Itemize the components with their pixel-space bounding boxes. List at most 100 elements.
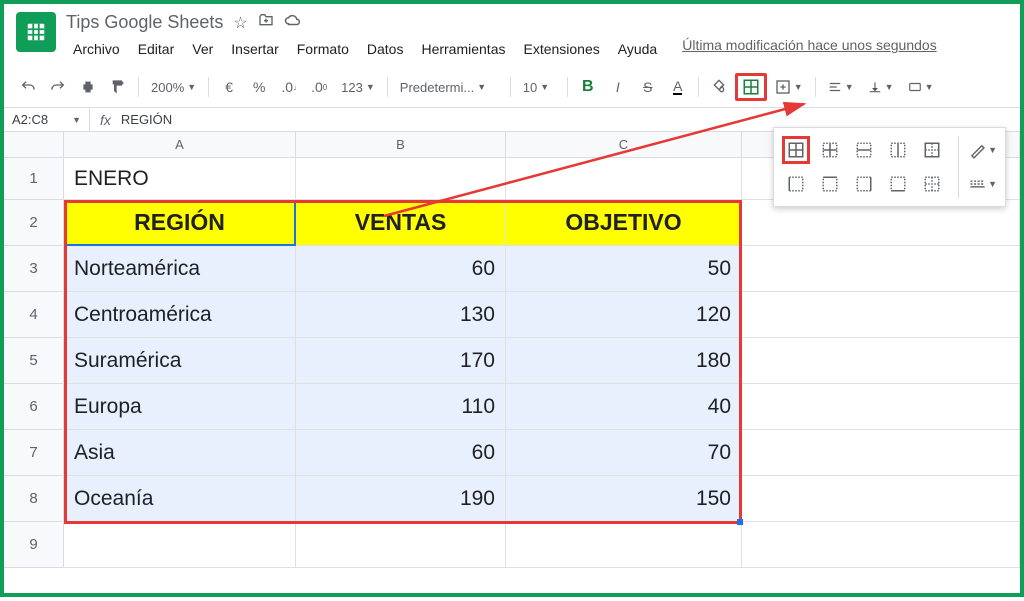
cell-b7[interactable]: 60 — [296, 430, 506, 476]
border-inner-button[interactable] — [816, 136, 844, 164]
cell-a1[interactable]: ENERO — [64, 158, 296, 200]
cell-a9[interactable] — [64, 522, 296, 568]
row-header-6[interactable]: 6 — [4, 384, 64, 430]
row-header-5[interactable]: 5 — [4, 338, 64, 384]
borders-button[interactable] — [735, 73, 767, 101]
border-outer-button[interactable] — [918, 136, 946, 164]
cell-c7[interactable]: 70 — [506, 430, 742, 476]
menu-herramientas[interactable]: Herramientas — [414, 37, 512, 61]
fx-icon[interactable]: fx — [90, 112, 121, 128]
font-size-dropdown[interactable]: 10▼ — [517, 73, 561, 101]
select-all-corner[interactable] — [4, 132, 64, 158]
cell-d9[interactable] — [742, 522, 1020, 568]
cell-d6[interactable] — [742, 384, 1020, 430]
border-style-button[interactable]: ▼ — [969, 170, 997, 198]
font-dropdown[interactable]: Predetermi...▼ — [394, 73, 504, 101]
cell-b1[interactable] — [296, 158, 506, 200]
border-left-button[interactable] — [782, 170, 810, 198]
cell-b3[interactable]: 60 — [296, 246, 506, 292]
col-header-c[interactable]: C — [506, 132, 742, 158]
formula-input[interactable]: REGIÓN — [121, 108, 172, 131]
cell-d5[interactable] — [742, 338, 1020, 384]
border-color-button[interactable]: ▼ — [969, 136, 997, 164]
name-box[interactable]: A2:C8▼ — [4, 108, 90, 131]
menu-editar[interactable]: Editar — [131, 37, 182, 61]
cell-c4[interactable]: 120 — [506, 292, 742, 338]
menu-insertar[interactable]: Insertar — [224, 37, 285, 61]
cell-a8[interactable]: Oceanía — [64, 476, 296, 522]
star-icon[interactable]: ☆ — [233, 13, 247, 33]
cell-b6[interactable]: 110 — [296, 384, 506, 430]
col-header-b[interactable]: B — [296, 132, 506, 158]
cell-c3[interactable]: 50 — [506, 246, 742, 292]
border-all-button[interactable] — [782, 136, 810, 164]
menu-extensiones[interactable]: Extensiones — [516, 37, 606, 61]
cloud-icon[interactable] — [284, 13, 302, 32]
menu-archivo[interactable]: Archivo — [66, 37, 127, 61]
row-header-9[interactable]: 9 — [4, 522, 64, 568]
row-header-2[interactable]: 2 — [4, 200, 64, 246]
border-top-button[interactable] — [816, 170, 844, 198]
currency-button[interactable]: € — [215, 73, 243, 101]
row-header-8[interactable]: 8 — [4, 476, 64, 522]
cell-d7[interactable] — [742, 430, 1020, 476]
row-header-7[interactable]: 7 — [4, 430, 64, 476]
strikethrough-button[interactable]: S — [634, 73, 662, 101]
cell-a7[interactable]: Asia — [64, 430, 296, 476]
cell-a4[interactable]: Centroamérica — [64, 292, 296, 338]
paint-format-button[interactable] — [104, 73, 132, 101]
menu-ver[interactable]: Ver — [185, 37, 220, 61]
fill-color-button[interactable] — [705, 73, 733, 101]
cell-c5[interactable]: 180 — [506, 338, 742, 384]
border-none-button[interactable] — [918, 170, 946, 198]
move-icon[interactable] — [258, 12, 274, 33]
cell-b4[interactable]: 130 — [296, 292, 506, 338]
italic-button[interactable]: I — [604, 73, 632, 101]
cell-d8[interactable] — [742, 476, 1020, 522]
cell-a2[interactable]: REGIÓN — [64, 200, 296, 246]
sheets-logo[interactable] — [16, 12, 56, 52]
inc-decimal-button[interactable]: .00 — [305, 73, 333, 101]
redo-button[interactable] — [44, 73, 72, 101]
h-align-button[interactable]: ▼ — [822, 73, 860, 101]
dec-decimal-button[interactable]: .0↓ — [275, 73, 303, 101]
last-modified-link[interactable]: Última modificación hace unos segundos — [682, 37, 936, 61]
row-header-3[interactable]: 3 — [4, 246, 64, 292]
cell-c9[interactable] — [506, 522, 742, 568]
border-bottom-button[interactable] — [884, 170, 912, 198]
selection-handle[interactable] — [737, 519, 743, 525]
undo-button[interactable] — [14, 73, 42, 101]
cell-c2[interactable]: OBJETIVO — [506, 200, 742, 246]
zoom-dropdown[interactable]: 200%▼ — [145, 73, 202, 101]
cell-d4[interactable] — [742, 292, 1020, 338]
menu-ayuda[interactable]: Ayuda — [611, 37, 664, 61]
cell-a6[interactable]: Europa — [64, 384, 296, 430]
cell-c1[interactable] — [506, 158, 742, 200]
cell-b8[interactable]: 190 — [296, 476, 506, 522]
row-header-1[interactable]: 1 — [4, 158, 64, 200]
cell-b5[interactable]: 170 — [296, 338, 506, 384]
cell-b2[interactable]: VENTAS — [296, 200, 506, 246]
cell-a5[interactable]: Suramérica — [64, 338, 296, 384]
border-horizontal-button[interactable] — [850, 136, 878, 164]
cell-d3[interactable] — [742, 246, 1020, 292]
v-align-button[interactable]: ▼ — [862, 73, 900, 101]
border-right-button[interactable] — [850, 170, 878, 198]
menu-formato[interactable]: Formato — [290, 37, 356, 61]
merge-button[interactable]: ▼ — [769, 73, 809, 101]
col-header-a[interactable]: A — [64, 132, 296, 158]
cell-a3[interactable]: Norteamérica — [64, 246, 296, 292]
print-button[interactable] — [74, 73, 102, 101]
text-color-button[interactable]: A — [664, 73, 692, 101]
row-header-4[interactable]: 4 — [4, 292, 64, 338]
border-vertical-button[interactable] — [884, 136, 912, 164]
cell-b9[interactable] — [296, 522, 506, 568]
percent-button[interactable]: % — [245, 73, 273, 101]
menu-datos[interactable]: Datos — [360, 37, 411, 61]
number-format-dropdown[interactable]: 123▼ — [335, 73, 381, 101]
cell-c8[interactable]: 150 — [506, 476, 742, 522]
document-title[interactable]: Tips Google Sheets — [66, 12, 223, 33]
cell-c6[interactable]: 40 — [506, 384, 742, 430]
wrap-button[interactable]: ▼ — [902, 73, 940, 101]
bold-button[interactable]: B — [574, 73, 602, 101]
